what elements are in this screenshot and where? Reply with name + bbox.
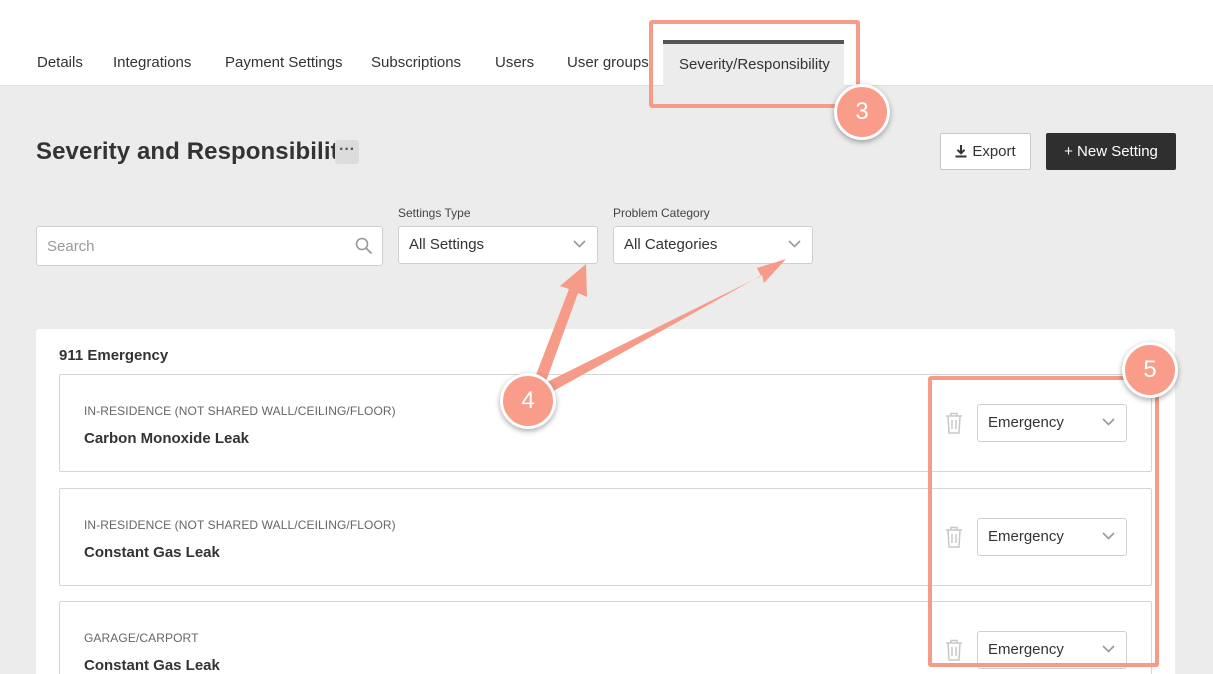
item-name: Constant Gas Leak [84,657,220,674]
problem-category-label: Problem Category [613,206,710,220]
chevron-down-icon [573,240,586,248]
chevron-down-icon [788,240,801,248]
annotation-badge-5: 5 [1122,342,1178,398]
search-input[interactable] [37,227,337,265]
item-category: IN-RESIDENCE (NOT SHARED WALL/CEILING/FL… [84,518,396,532]
item-category: IN-RESIDENCE (NOT SHARED WALL/CEILING/FL… [84,404,396,418]
item-name: Constant Gas Leak [84,544,220,561]
settings-type-value: All Settings [409,236,485,253]
highlight-box-severity [928,376,1159,667]
problem-category-select[interactable]: All Categories [613,226,813,264]
top-nav-bar: Details Integrations Payment Settings Su… [0,0,1213,86]
search-field[interactable] [36,226,383,266]
more-options-button[interactable]: ··· [335,140,359,164]
item-name: Carbon Monoxide Leak [84,430,250,447]
tab-details[interactable]: Details [37,40,83,86]
search-icon[interactable] [355,237,373,255]
annotation-badge-4: 4 [500,373,556,429]
export-label: Export [972,143,1016,160]
page-title: Severity and Responsibility [36,138,353,165]
new-setting-button[interactable]: + New Setting [1046,133,1176,170]
tab-user-groups[interactable]: User groups [567,40,649,86]
group-title: 911 Emergency [59,347,169,364]
highlight-box-tab [649,20,860,108]
download-icon [955,145,967,158]
settings-type-label: Settings Type [398,206,471,220]
settings-type-select[interactable]: All Settings [398,226,598,264]
tab-users[interactable]: Users [495,40,534,86]
tab-payment-settings[interactable]: Payment Settings [225,40,343,86]
annotation-badge-3: 3 [834,84,890,140]
tab-subscriptions[interactable]: Subscriptions [371,40,461,86]
tab-integrations[interactable]: Integrations [113,40,191,86]
problem-category-value: All Categories [624,236,718,253]
export-button[interactable]: Export [940,133,1031,170]
new-setting-label: + New Setting [1064,143,1158,160]
item-category: GARAGE/CARPORT [84,631,199,645]
